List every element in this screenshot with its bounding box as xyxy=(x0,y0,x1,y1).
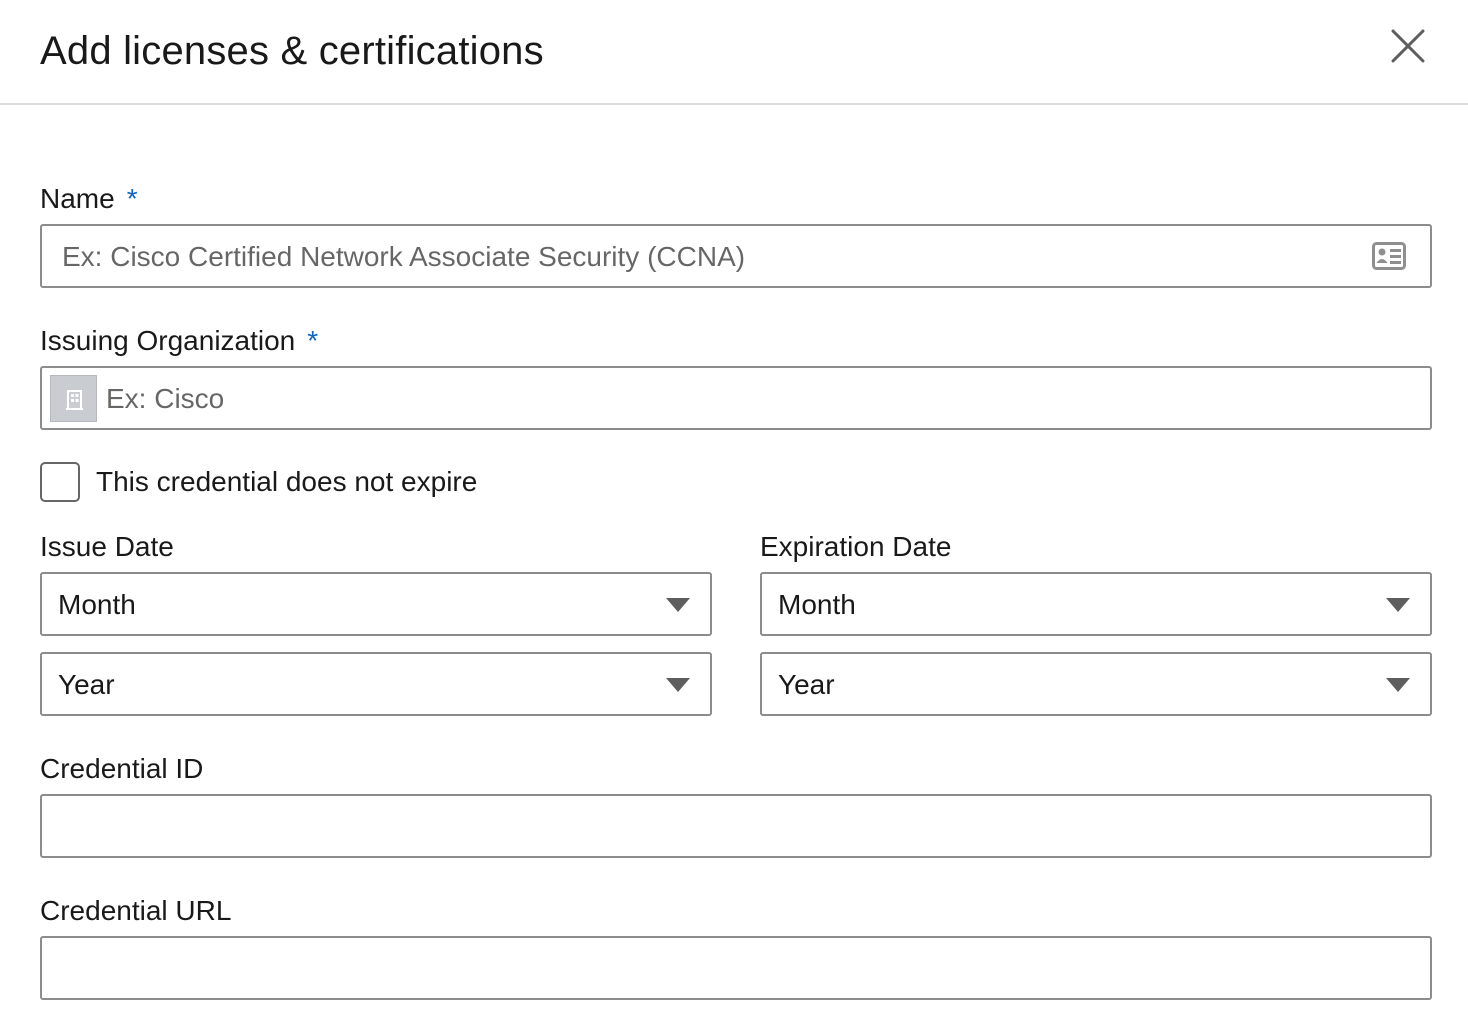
issuing-organization-label-text: Issuing Organization xyxy=(40,325,296,356)
contact-card-icon xyxy=(1372,242,1406,270)
dialog-title: Add licenses & certifications xyxy=(40,29,544,73)
close-icon xyxy=(1391,29,1425,63)
caret-down-icon xyxy=(1386,678,1410,692)
expiration-month-value: Month xyxy=(778,589,856,620)
name-label-text: Name xyxy=(40,183,115,214)
name-input[interactable]: Ex: Cisco Certified Network Associate Se… xyxy=(40,224,1432,288)
caret-down-icon xyxy=(666,678,690,692)
issuing-organization-placeholder: Ex: Cisco xyxy=(106,383,225,414)
company-logo-placeholder-icon xyxy=(50,375,97,422)
issue-month-select[interactable]: Month xyxy=(40,572,712,636)
issuing-organization-label: Issuing Organization * xyxy=(40,324,318,358)
does-not-expire-checkbox[interactable] xyxy=(40,462,80,502)
issuing-organization-input[interactable]: Ex: Cisco xyxy=(40,366,1432,430)
required-marker: * xyxy=(126,183,138,214)
does-not-expire-label[interactable]: This credential does not expire xyxy=(96,465,477,499)
expiration-date-label: Expiration Date xyxy=(760,531,952,562)
caret-down-icon xyxy=(666,598,690,612)
expiration-year-value: Year xyxy=(778,669,835,700)
credential-url-input[interactable] xyxy=(40,936,1432,1000)
name-placeholder: Ex: Cisco Certified Network Associate Se… xyxy=(62,241,746,272)
required-marker: * xyxy=(307,325,319,356)
issue-date-label: Issue Date xyxy=(40,531,174,562)
caret-down-icon xyxy=(1386,598,1410,612)
credential-id-input[interactable] xyxy=(40,794,1432,858)
issue-year-value: Year xyxy=(58,669,115,700)
credential-id-label: Credential ID xyxy=(40,753,204,784)
expiration-month-select[interactable]: Month xyxy=(760,572,1432,636)
expiration-year-select[interactable]: Year xyxy=(760,652,1432,716)
issue-month-value: Month xyxy=(58,589,136,620)
credential-url-label: Credential URL xyxy=(40,895,232,926)
close-button[interactable] xyxy=(1384,22,1432,70)
name-label: Name * xyxy=(40,182,138,216)
dialog-header: Add licenses & certifications xyxy=(0,0,1468,105)
issue-year-select[interactable]: Year xyxy=(40,652,712,716)
